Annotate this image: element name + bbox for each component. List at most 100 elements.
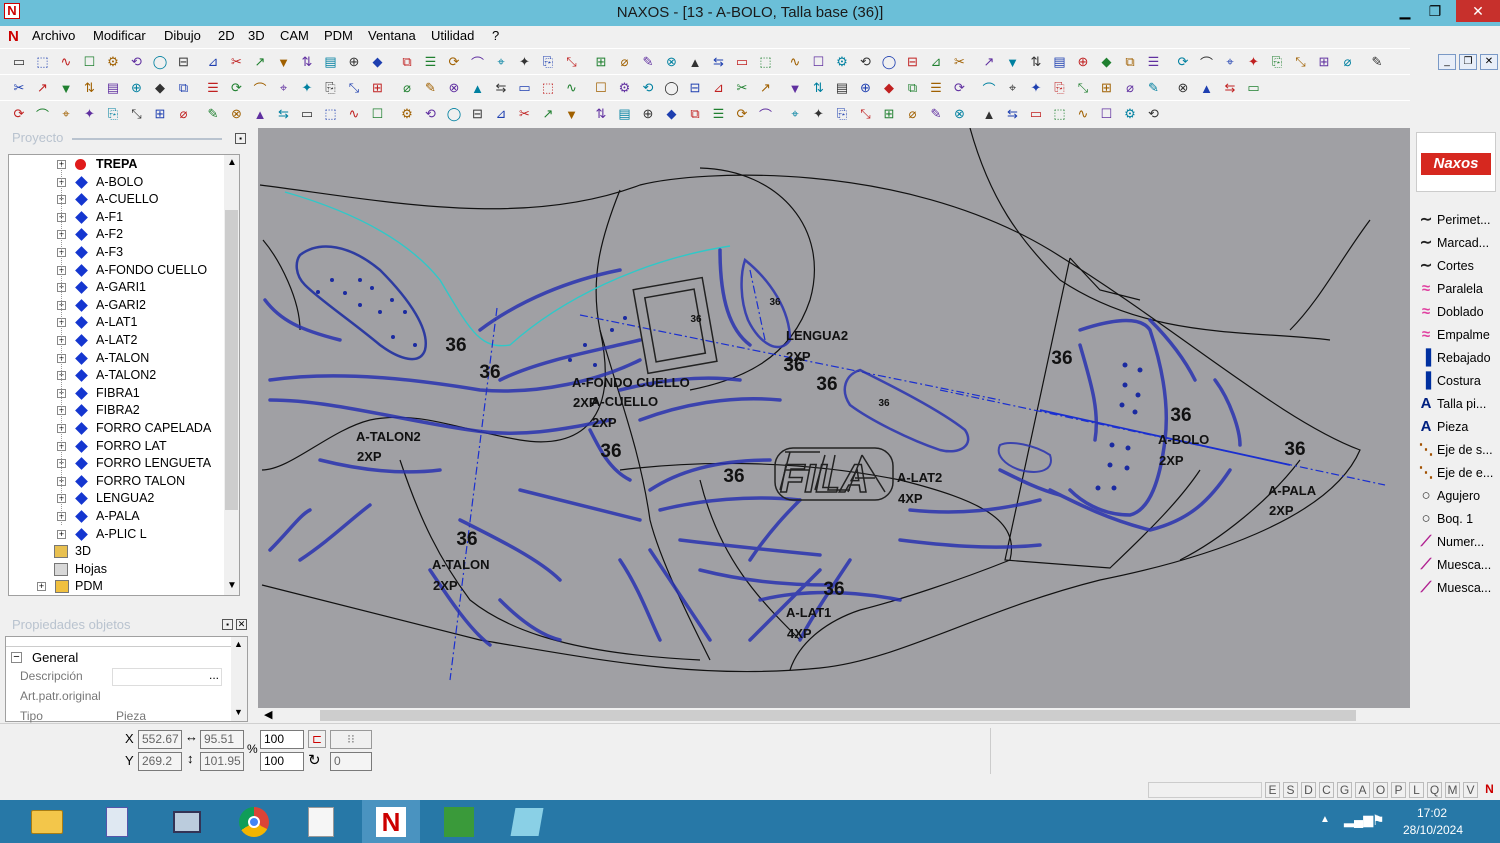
scale-y-field[interactable]: 100 <box>260 752 304 771</box>
hscroll-left-icon[interactable]: ◀ <box>264 708 272 721</box>
toolbar-2-tool-30-icon[interactable]: ✂ <box>733 79 751 97</box>
toolbar-2-tool-13-icon[interactable]: ⎘ <box>322 79 340 97</box>
toolbar-1-tool-10-icon[interactable]: ↗ <box>251 53 269 71</box>
toolbar-1-tool-15-icon[interactable]: ◆ <box>369 53 387 71</box>
toolbar-2-tool-42-icon[interactable]: ✦ <box>1027 79 1045 97</box>
toolbar-2-tool-17-icon[interactable]: ✎ <box>422 79 440 97</box>
toolbar-2-tool-1-icon[interactable]: ↗ <box>34 79 52 97</box>
tree-item-19[interactable]: + A-PALA <box>9 508 229 526</box>
mdi-close-button[interactable]: ✕ <box>1480 54 1498 70</box>
toolbar-3-tool-20-icon[interactable]: ⊿ <box>492 105 510 123</box>
app-icon-pencil[interactable] <box>292 800 350 843</box>
toolbar-1-tool-1-icon[interactable]: ⬚ <box>34 53 52 71</box>
toolbar-1-tool-21-icon[interactable]: ✦ <box>516 53 534 71</box>
network-icon[interactable]: ▂▄▆ <box>1344 812 1373 828</box>
toolbar-1-tool-45-icon[interactable]: ◆ <box>1098 53 1116 71</box>
action-center-icon[interactable]: ⚑ <box>1372 812 1385 829</box>
tree-item-root[interactable]: + TREPA <box>9 156 229 174</box>
tree-item-5[interactable]: + A-FONDO CUELLO <box>9 262 229 280</box>
tree-item-3[interactable]: + A-F2 <box>9 226 229 244</box>
canvas-hscrollbar[interactable]: ◀ <box>258 708 1410 723</box>
toolbar-1-tool-18-icon[interactable]: ⟳ <box>445 53 463 71</box>
tree-item-7[interactable]: + A-GARI2 <box>9 297 229 315</box>
toolbar-3-tool-14-icon[interactable]: ∿ <box>345 105 363 123</box>
tool-2[interactable]: ∼ Cortes <box>1415 255 1499 277</box>
prop-value-art[interactable] <box>112 688 222 706</box>
toolbar-3-tool-26-icon[interactable]: ⊕ <box>639 105 657 123</box>
toolbar-2-tool-4-icon[interactable]: ▤ <box>104 79 122 97</box>
status-logo-icon[interactable]: N <box>1482 782 1497 798</box>
toolbar-3-tool-29-icon[interactable]: ☰ <box>710 105 728 123</box>
toolbar-1-tool-2-icon[interactable]: ∿ <box>57 53 75 71</box>
toolbar-1-tool-11-icon[interactable]: ▼ <box>275 53 293 71</box>
tree-item-20[interactable]: + A-PLIC L <box>9 526 229 544</box>
toolbar-3-tool-18-icon[interactable]: ◯ <box>445 105 463 123</box>
properties-close-icon[interactable]: ✕ <box>236 619 247 630</box>
toolbar-3-tool-13-icon[interactable]: ⬚ <box>322 105 340 123</box>
toolbar-1-tool-19-icon[interactable]: ⌒ <box>469 53 487 71</box>
tree-item-1[interactable]: + A-CUELLO <box>9 191 229 209</box>
toolbar-2-tool-8-icon[interactable]: ☰ <box>204 79 222 97</box>
toolbar-1-tool-27-icon[interactable]: ⊗ <box>663 53 681 71</box>
toolbar-3-tool-31-icon[interactable]: ⌒ <box>757 105 775 123</box>
toolbar-2-tool-5-icon[interactable]: ⊕ <box>128 79 146 97</box>
explorer-icon[interactable] <box>18 800 76 843</box>
toolbar-3-tool-25-icon[interactable]: ▤ <box>616 105 634 123</box>
toolbar-1-tool-34-icon[interactable]: ⚙ <box>833 53 851 71</box>
tool-8[interactable]: A Talla pi... <box>1415 393 1499 415</box>
menu-help[interactable]: ? <box>492 28 499 43</box>
toolbar-2-tool-27-icon[interactable]: ◯ <box>663 79 681 97</box>
status-flag-m[interactable]: M <box>1445 782 1460 798</box>
toolbar-1-tool-52-icon[interactable]: ⎘ <box>1268 53 1286 71</box>
tool-12[interactable]: ○ Agujero <box>1415 485 1499 507</box>
toolbar-1-tool-4-icon[interactable]: ⚙ <box>104 53 122 71</box>
status-flag-v[interactable]: V <box>1463 782 1478 798</box>
toolbar-3-tool-28-icon[interactable]: ⧉ <box>686 105 704 123</box>
rotate-icon[interactable]: ↻ <box>308 751 321 769</box>
toolbar-1-tool-13-icon[interactable]: ▤ <box>322 53 340 71</box>
toolbar-2-tool-2-icon[interactable]: ▼ <box>57 79 75 97</box>
tool-3[interactable]: ≈ Paralela <box>1415 278 1499 300</box>
toolbar-1-tool-35-icon[interactable]: ⟲ <box>857 53 875 71</box>
menu-pdm[interactable]: PDM <box>324 28 353 43</box>
toolbar-1-tool-22-icon[interactable]: ⎘ <box>539 53 557 71</box>
toolbar-1-tool-55-icon[interactable]: ⌀ <box>1339 53 1357 71</box>
tool-14[interactable]: ⟋ Numer... <box>1415 531 1499 553</box>
toolbar-1-tool-50-icon[interactable]: ⌖ <box>1221 53 1239 71</box>
scroll-down-icon[interactable]: ▼ <box>227 580 237 591</box>
tool-1[interactable]: ∼ Marcad... <box>1415 232 1499 254</box>
toolbar-1-tool-39-icon[interactable]: ✂ <box>951 53 969 71</box>
menu-dibujo[interactable]: Dibujo <box>164 28 201 43</box>
toolbar-3-tool-38-icon[interactable]: ✎ <box>927 105 945 123</box>
tool-5[interactable]: ≈ Empalme <box>1415 324 1499 346</box>
toolbar-1-tool-0-icon[interactable]: ▭ <box>10 53 28 71</box>
toolbar-3-tool-19-icon[interactable]: ⊟ <box>469 105 487 123</box>
toolbar-3-tool-12-icon[interactable]: ▭ <box>298 105 316 123</box>
toolbar-3-tool-8-icon[interactable]: ✎ <box>204 105 222 123</box>
toolbar-3-tool-16-icon[interactable]: ⚙ <box>398 105 416 123</box>
tree-item-6[interactable]: + A-GARI1 <box>9 279 229 297</box>
toolbar-1-tool-32-icon[interactable]: ∿ <box>786 53 804 71</box>
app-icon-blue[interactable] <box>498 800 556 843</box>
toolbar-1-tool-46-icon[interactable]: ⧉ <box>1121 53 1139 71</box>
tool-9[interactable]: A Pieza <box>1415 416 1499 438</box>
toolbar-2-tool-39-icon[interactable]: ⟳ <box>951 79 969 97</box>
toolbar-1-tool-3-icon[interactable]: ☐ <box>81 53 99 71</box>
toolbar-3-tool-21-icon[interactable]: ✂ <box>516 105 534 123</box>
tree-item-11[interactable]: + A-TALON2 <box>9 367 229 385</box>
toolbar-2-tool-21-icon[interactable]: ▭ <box>516 79 534 97</box>
toolbar-1-tool-23-icon[interactable]: ⤡ <box>563 53 581 71</box>
minimize-button[interactable]: ▁ <box>1390 0 1420 22</box>
tool-6[interactable]: ▐ Rebajado <box>1415 347 1499 369</box>
toolbar-3-tool-45-icon[interactable]: ☐ <box>1098 105 1116 123</box>
toolbar-3-tool-10-icon[interactable]: ▲ <box>251 105 269 123</box>
toolbar-1-tool-42-icon[interactable]: ⇅ <box>1027 53 1045 71</box>
toolbar-1-tool-12-icon[interactable]: ⇅ <box>298 53 316 71</box>
toolbar-3-tool-0-icon[interactable]: ⟳ <box>10 105 28 123</box>
tree-item-14[interactable]: + FORRO CAPELADA <box>9 420 229 438</box>
toolbar-3-tool-34-icon[interactable]: ⎘ <box>833 105 851 123</box>
clock-date[interactable]: 28/10/2024 <box>1398 823 1468 837</box>
toolbar-3-tool-35-icon[interactable]: ⤡ <box>857 105 875 123</box>
menu-modificar[interactable]: Modificar <box>93 28 146 43</box>
toolbar-2-tool-51-icon[interactable]: ▭ <box>1245 79 1263 97</box>
